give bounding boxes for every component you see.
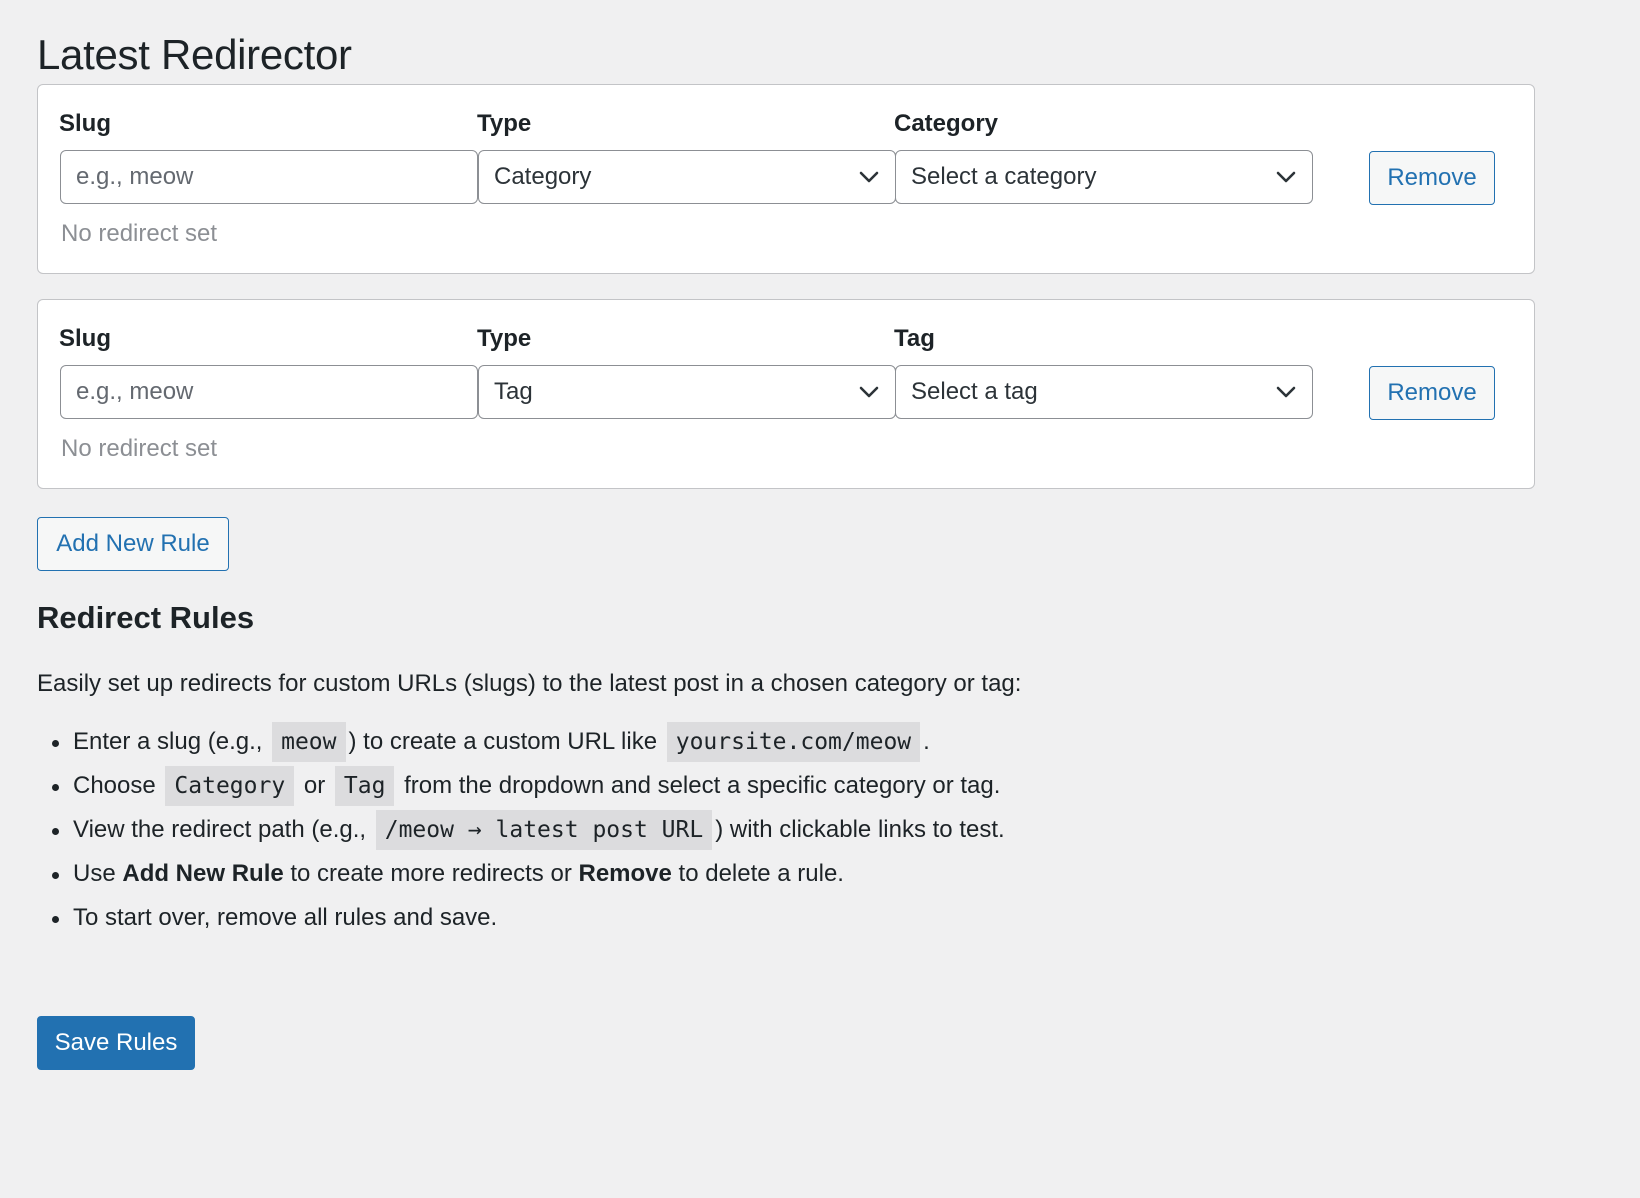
type-label: Type <box>477 325 532 352</box>
remove-button[interactable]: Remove <box>1369 366 1495 420</box>
type-label: Type <box>477 110 532 137</box>
code-snippet: meow <box>272 722 346 762</box>
item-text: ) to create a custom URL like <box>348 728 658 755</box>
item-text: or <box>303 772 326 799</box>
instructions-list: Enter a slug (e.g., meow) to create a cu… <box>37 722 1005 942</box>
save-rules-button[interactable]: Save Rules <box>37 1016 195 1070</box>
list-item: Enter a slug (e.g., meow) to create a cu… <box>37 722 1005 766</box>
item-text: To start over, remove all rules and save… <box>73 904 498 931</box>
bullet-icon <box>52 916 59 923</box>
chevron-down-icon <box>858 170 880 184</box>
list-item: Use Add New Rule to create more redirect… <box>37 854 1005 898</box>
code-snippet: Category <box>165 766 295 806</box>
remove-button[interactable]: Remove <box>1369 151 1495 205</box>
category-select[interactable]: Select a category <box>895 150 1313 204</box>
item-text: Choose <box>73 772 156 799</box>
chevron-down-icon <box>1275 170 1297 184</box>
item-text: Enter a slug (e.g., <box>73 728 263 755</box>
item-text: from the dropdown and select a specific … <box>404 772 1001 799</box>
list-item: Choose Category or Tag from the dropdown… <box>37 766 1005 810</box>
bullet-icon <box>52 784 59 791</box>
rule-card: Slug Type Category Category Select a cat… <box>37 84 1535 274</box>
code-snippet: yoursite.com/meow <box>666 722 921 762</box>
item-text: View the redirect path (e.g., <box>73 816 367 843</box>
item-strong-text: Add New Rule <box>122 860 284 887</box>
type-select[interactable]: Tag <box>478 365 896 419</box>
item-text: . <box>923 728 930 755</box>
bullet-icon <box>52 740 59 747</box>
add-new-rule-button[interactable]: Add New Rule <box>37 517 229 571</box>
tag-label: Tag <box>894 325 935 352</box>
redirect-status: No redirect set <box>61 220 218 247</box>
chevron-down-icon <box>1275 385 1297 399</box>
list-item: View the redirect path (e.g., /meow → la… <box>37 810 1005 854</box>
item-text: Use <box>73 860 116 887</box>
category-select-value: Select a category <box>911 163 1097 190</box>
page-title: Latest Redirector <box>37 31 352 78</box>
item-text: to delete a rule. <box>678 860 844 887</box>
chevron-down-icon <box>858 385 880 399</box>
category-label: Category <box>894 110 999 137</box>
item-text: to create more redirects or <box>290 860 572 887</box>
redirect-status: No redirect set <box>61 435 218 462</box>
slug-label: Slug <box>59 325 111 352</box>
intro-text: Easily set up redirects for custom URLs … <box>37 670 1022 697</box>
bullet-icon <box>52 828 59 835</box>
type-select[interactable]: Category <box>478 150 896 204</box>
list-item: To start over, remove all rules and save… <box>37 898 1005 942</box>
tag-select[interactable]: Select a tag <box>895 365 1313 419</box>
item-text: ) with clickable links to test. <box>715 816 1005 843</box>
code-snippet: /meow → latest post URL <box>375 810 713 850</box>
slug-input[interactable] <box>60 365 478 419</box>
slug-label: Slug <box>59 110 111 137</box>
tag-select-value: Select a tag <box>911 378 1038 405</box>
slug-input[interactable] <box>60 150 478 204</box>
section-title: Redirect Rules <box>37 600 255 635</box>
item-strong-text: Remove <box>578 860 672 887</box>
bullet-icon <box>52 872 59 879</box>
rule-card: Slug Type Tag Tag Select a tag Remove No… <box>37 299 1535 489</box>
type-select-value: Tag <box>494 378 533 405</box>
type-select-value: Category <box>494 163 592 190</box>
code-snippet: Tag <box>334 766 395 806</box>
